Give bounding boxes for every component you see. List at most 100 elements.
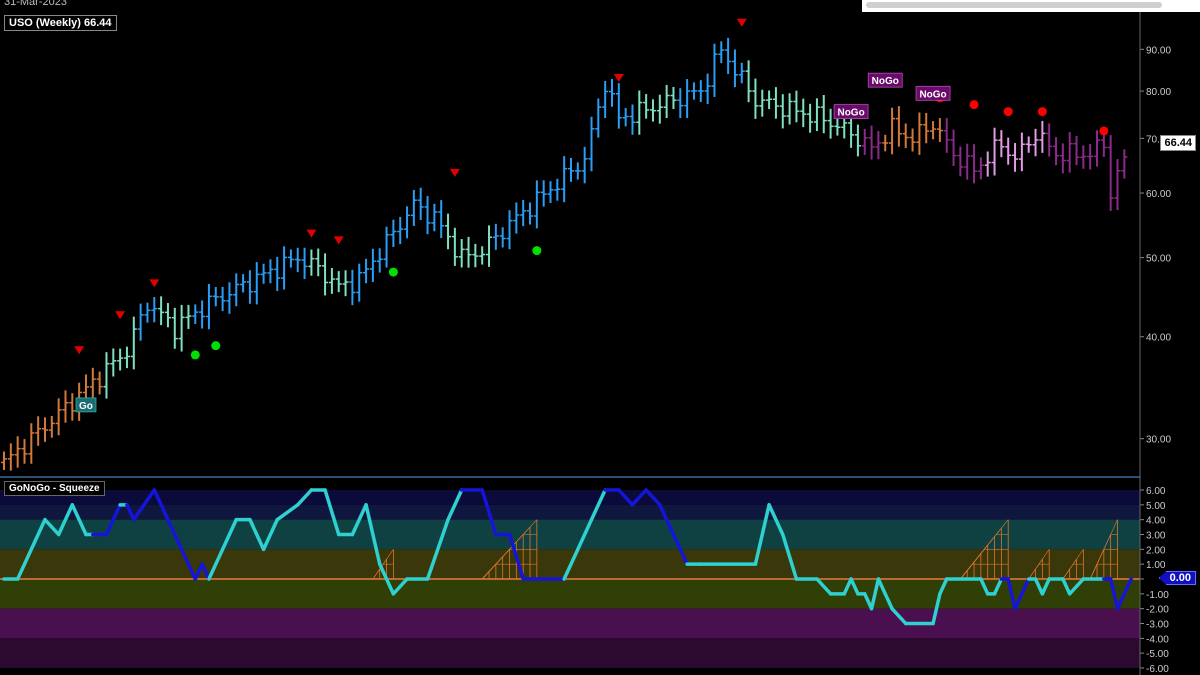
price-bar (943, 118, 950, 153)
price-pane: 90.0080.0070.0060.0050.0040.0030.00GoNoG… (1, 18, 1171, 471)
price-bar (369, 248, 376, 282)
price-bar (1114, 159, 1121, 211)
go-dot-marker (532, 246, 542, 256)
price-bar (1107, 135, 1114, 211)
price-bar (281, 246, 288, 290)
price-bar (690, 82, 697, 100)
price-bar (793, 90, 800, 123)
price-bar (629, 104, 636, 135)
price-tick-label: 30.00 (1146, 435, 1171, 446)
label-text: NoGo (872, 76, 899, 87)
price-bar (1046, 123, 1053, 157)
price-bar (663, 84, 670, 119)
price-bar (267, 259, 274, 284)
price-bar (902, 123, 909, 149)
price-bar (554, 178, 561, 201)
price-bar (827, 108, 834, 139)
price-bar (540, 180, 547, 207)
price-bar (1012, 142, 1019, 172)
price-bar (602, 81, 609, 118)
price-bar (1087, 143, 1094, 170)
price-bar (977, 157, 984, 180)
oscillator-band (0, 490, 1140, 505)
price-bar (479, 246, 486, 265)
go-dot-marker (388, 267, 398, 277)
price-bar (786, 93, 793, 125)
price-bar (199, 300, 206, 329)
oscillator-tick-label: -5.00 (1146, 649, 1169, 660)
oscillator-tick-label: 2.00 (1146, 545, 1166, 556)
price-bar (964, 143, 971, 180)
price-bar (14, 436, 21, 468)
oscillator-band (0, 504, 1140, 520)
price-bar (807, 103, 814, 133)
price-bar (233, 273, 240, 307)
go-dot-marker (211, 341, 221, 351)
price-bar (41, 417, 48, 442)
price-bar (431, 203, 438, 232)
price-bar (772, 87, 779, 119)
price-tick-label: 40.00 (1146, 333, 1171, 344)
price-bar (513, 202, 520, 234)
go-dot-marker (190, 350, 200, 360)
oscillator-tick-label: 3.00 (1146, 531, 1166, 542)
price-bar (615, 83, 622, 129)
price-bar (424, 196, 431, 235)
price-bar (28, 423, 35, 464)
price-bar (48, 415, 55, 438)
price-bar (35, 416, 42, 446)
price-bar (506, 210, 513, 250)
price-bar (998, 130, 1005, 158)
oscillator-band (0, 579, 1140, 609)
price-bar (1005, 137, 1012, 165)
price-bar (649, 99, 656, 122)
price-bar (301, 247, 308, 280)
oscillator-tick-label: 6.00 (1146, 486, 1166, 497)
price-bar (178, 304, 185, 352)
nogo-dot-marker (1099, 126, 1109, 136)
nogo-label: NoGo (915, 85, 951, 101)
price-bar (349, 269, 356, 306)
price-bar (868, 125, 875, 160)
price-bar (889, 107, 896, 155)
price-bar (547, 181, 554, 204)
price-bar (287, 249, 294, 268)
price-bar (192, 304, 199, 324)
price-bar (328, 268, 335, 294)
price-bar (226, 282, 233, 314)
oscillator-tick-label: 1.00 (1146, 560, 1166, 571)
price-bar (205, 283, 212, 330)
price-bar (581, 146, 588, 184)
price-bar (472, 243, 479, 268)
price-bar (55, 398, 62, 436)
price-bar (1053, 137, 1060, 166)
price-bar (451, 227, 458, 266)
price-bar (854, 124, 861, 157)
label-text: Go (79, 401, 93, 412)
price-bar (574, 162, 581, 180)
price-bar (684, 79, 691, 119)
price-bar (397, 216, 404, 245)
trend-down-marker (306, 229, 317, 238)
price-bar (971, 144, 978, 184)
label-text: NoGo (919, 89, 946, 100)
price-bar (923, 112, 930, 144)
chart-canvas: 90.0080.0070.0060.0050.0040.0030.00GoNoG… (0, 12, 1171, 675)
price-tick-label: 60.00 (1146, 189, 1171, 200)
price-bar (752, 78, 759, 119)
price-bar (246, 270, 253, 304)
oscillator-tick-label: 5.00 (1146, 501, 1166, 512)
price-bar (957, 146, 964, 177)
price-bar (711, 43, 718, 97)
price-bar (936, 118, 943, 142)
price-bar (260, 263, 267, 284)
price-bar (1, 451, 7, 470)
nogo-label: NoGo (867, 72, 903, 88)
price-bar (89, 367, 96, 399)
price-bar (1121, 149, 1128, 179)
price-bar (445, 213, 452, 250)
price-bar (335, 271, 342, 293)
price-bar (96, 371, 103, 395)
price-bar (438, 200, 445, 239)
price-bar (171, 307, 178, 349)
